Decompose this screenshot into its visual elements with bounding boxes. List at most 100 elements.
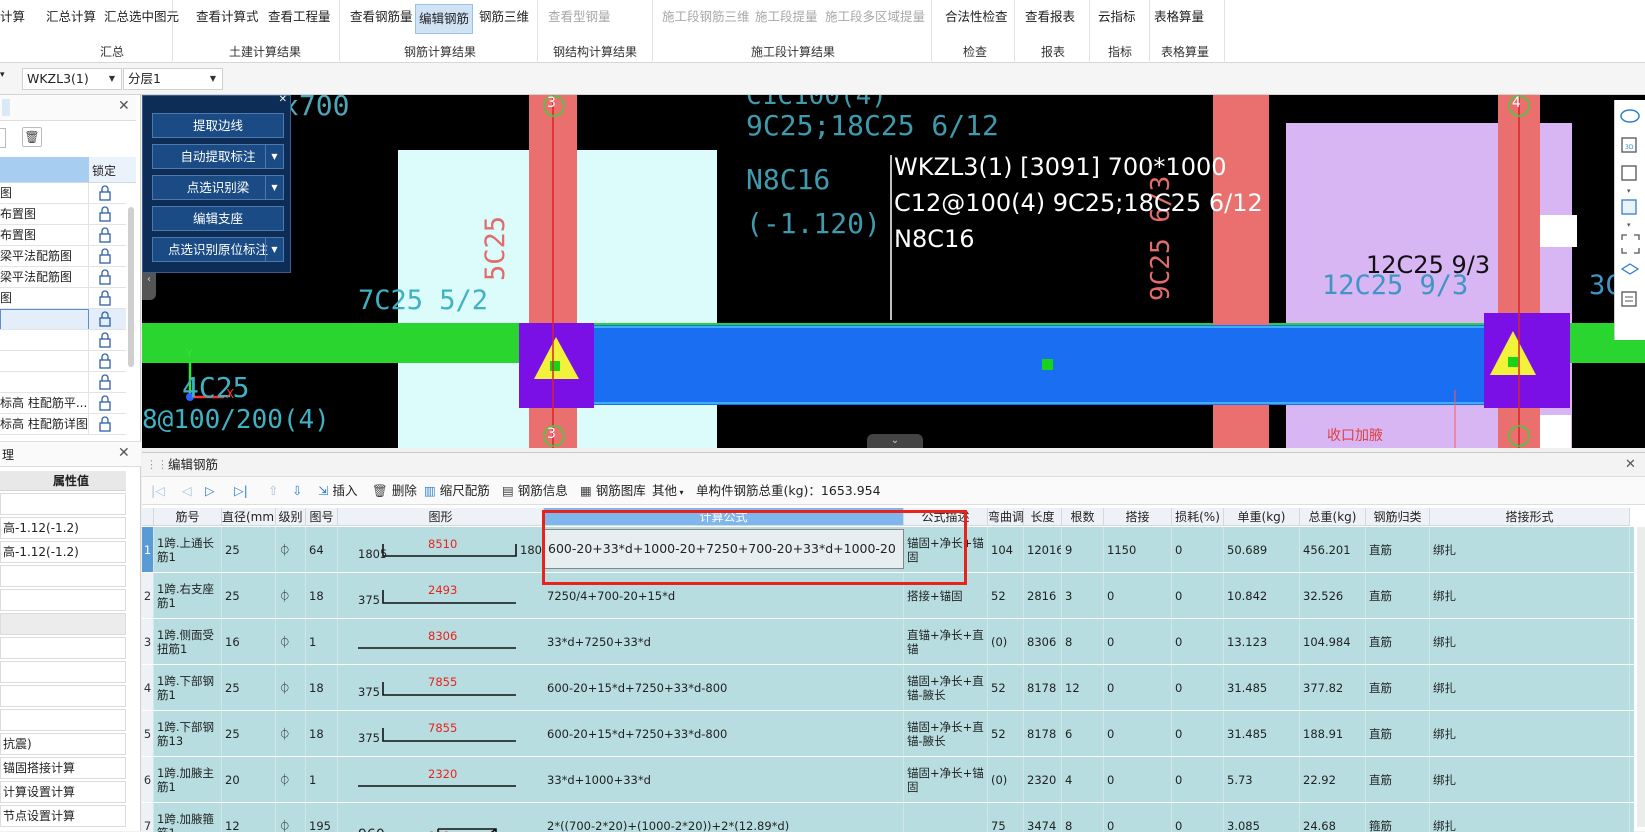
cell-cat[interactable]: 箍筋 — [1366, 803, 1430, 832]
rebar-shape[interactable]: 2320 — [338, 757, 544, 802]
table-row[interactable]: 2 1跨.右支座筋1 25 ⏀ 18 375 2493 7250/4+700-20+15*d 搭… — [142, 573, 1634, 619]
move-down-icon[interactable]: ⇩ — [292, 477, 302, 505]
cell-loss[interactable]: 0 — [1172, 665, 1224, 710]
cell-length[interactable]: 3474 — [1024, 803, 1062, 832]
drawing-list-row[interactable]: 布置图 — [0, 225, 126, 246]
cell-dia[interactable]: 25 — [222, 711, 276, 756]
lock-icon[interactable] — [96, 373, 114, 391]
cell-loss[interactable]: 0 — [1172, 757, 1224, 802]
cell-cat[interactable]: 直筋 — [1366, 619, 1430, 664]
move-up-icon[interactable]: ⇧ — [268, 477, 278, 505]
close-icon[interactable]: ✕ — [118, 445, 130, 461]
cell-bend[interactable]: 52 — [988, 711, 1024, 756]
cell-lap[interactable]: 0 — [1104, 619, 1172, 664]
cell-length[interactable]: 2816 — [1024, 573, 1062, 618]
drawing-list-row[interactable]: 梁平法配筋图 — [0, 246, 126, 267]
cell-lap-type[interactable]: 绑扎 — [1430, 757, 1630, 802]
chevron-down-icon[interactable]: ⌄ — [867, 434, 923, 448]
cell-lap-type[interactable]: 绑扎 — [1430, 711, 1630, 756]
rebar-shape[interactable]: 375 7855 — [338, 711, 544, 756]
drawing-list-row[interactable]: 图 — [0, 288, 126, 309]
cell-dia[interactable]: 25 — [222, 665, 276, 710]
delete-icon[interactable]: 🗑 — [22, 127, 42, 147]
cell-bend[interactable]: 52 — [988, 665, 1024, 710]
cell-loss[interactable]: 0 — [1172, 573, 1224, 618]
chevron-down-icon[interactable]: ▼ — [265, 176, 283, 199]
calculate-button[interactable]: 计算 — [0, 6, 25, 28]
column-header[interactable]: 搭接形式 — [1430, 508, 1630, 526]
cell-fig[interactable]: 18 — [306, 665, 338, 710]
cell-cat[interactable]: 直筋 — [1366, 757, 1430, 802]
cell-unit-w[interactable]: 13.123 — [1224, 619, 1300, 664]
lock-icon[interactable] — [96, 331, 114, 349]
edit-support-button[interactable]: 编辑支座 — [152, 206, 284, 231]
cell-total-w[interactable]: 377.82 — [1300, 665, 1366, 710]
column-header[interactable]: 弯曲调整 — [988, 508, 1024, 526]
property-row[interactable] — [0, 613, 126, 635]
beam-grip[interactable] — [1042, 359, 1053, 370]
cell-total-w[interactable]: 22.92 — [1300, 757, 1366, 802]
chevron-down-icon[interactable]: ▼ — [265, 145, 283, 168]
rebar-library-button[interactable]: ▦ 钢筋图库 — [580, 477, 646, 505]
cell-grade[interactable]: ⏀ — [276, 711, 306, 756]
cell-bend[interactable]: 52 — [988, 573, 1024, 618]
cell-fig[interactable]: 64 — [306, 527, 338, 572]
scale-rebar-button[interactable]: ▥ 缩尺配筋 — [424, 477, 490, 505]
cell-lap-type[interactable]: 绑扎 — [1430, 527, 1630, 572]
cell-loss[interactable]: 0 — [1172, 711, 1224, 756]
cell-lap-type[interactable]: 绑扎 — [1430, 803, 1630, 832]
cell-bend[interactable]: (0) — [988, 619, 1024, 664]
drawing-list-row[interactable]: 布置图 — [0, 204, 126, 225]
rebar-info-button[interactable]: ▤ 钢筋信息 — [502, 477, 568, 505]
cell-unit-w[interactable]: 31.485 — [1224, 665, 1300, 710]
cell-dia[interactable]: 12 — [222, 803, 276, 832]
extract-edge-button[interactable]: 提取边线 — [152, 113, 284, 138]
cell-desc[interactable]: 锚固+净长+直锚-腋长 — [904, 665, 988, 710]
property-row[interactable] — [0, 493, 126, 515]
property-row[interactable] — [0, 661, 126, 683]
cell-cat[interactable]: 直筋 — [1366, 527, 1430, 572]
name-column-header[interactable] — [0, 157, 89, 182]
cell-lap[interactable]: 0 — [1104, 665, 1172, 710]
cell-desc[interactable]: 搭接+锚固 — [904, 573, 988, 618]
column-header[interactable]: 公式描述 — [904, 508, 988, 526]
cell-formula[interactable]: 33*d+1000+33*d — [544, 757, 904, 802]
lock-icon[interactable] — [96, 184, 114, 202]
property-row[interactable]: 高-1.12(-1.2) — [0, 541, 126, 563]
drawing-list-row[interactable]: 标高 柱配筋平... — [0, 393, 126, 414]
scrollbar[interactable] — [128, 207, 134, 367]
cell-dia[interactable]: 16 — [222, 619, 276, 664]
stage-rebar-3d-button[interactable]: 施工段钢筋三维 — [662, 6, 750, 28]
view-3d-icon[interactable]: 3D — [1621, 137, 1637, 153]
cell-total-w[interactable]: 104.984 — [1300, 619, 1366, 664]
drawing-list-row[interactable] — [0, 372, 126, 393]
last-record-icon[interactable]: ▷| — [234, 477, 248, 505]
drawing-list-row[interactable] — [0, 309, 126, 330]
column-header[interactable]: 图形 — [338, 508, 544, 526]
cell-lap[interactable]: 0 — [1104, 803, 1172, 832]
property-row[interactable]: 抗震) — [0, 733, 126, 755]
rebar-3d-button[interactable]: 钢筋三维 — [479, 6, 529, 28]
summary-selected-button[interactable]: 汇总选中图元 — [104, 6, 179, 28]
cell-count[interactable]: 6 — [1062, 711, 1104, 756]
cell-unit-w[interactable]: 5.73 — [1224, 757, 1300, 802]
table-row[interactable]: 1 1跨.上通长筋1 25 ⏀ 64 1805 8510 1805 600-20+33*d+10… — [142, 527, 1634, 573]
cell-name[interactable]: 1跨.侧面受扭筋1 — [154, 619, 222, 664]
cell-loss[interactable]: 0 — [1172, 619, 1224, 664]
chevron-down-icon[interactable]: ▼ — [265, 238, 283, 261]
prev-record-icon[interactable]: ◁ — [182, 477, 192, 505]
column-header[interactable]: 图号 — [306, 508, 338, 526]
column-header[interactable]: 单重(kg) — [1224, 508, 1300, 526]
delete-button[interactable]: 🗑 删除 — [372, 477, 417, 505]
edit-rebar-button[interactable]: 编辑钢筋 — [415, 4, 474, 34]
rebar-shape[interactable]: 1805 8510 1805 — [338, 527, 549, 572]
stage-quantity-button[interactable]: 施工段提量 — [755, 6, 818, 28]
cell-formula[interactable]: 600-20+33*d+1000-20+7250+700-20+33*d+100… — [544, 529, 904, 569]
layer-select[interactable]: 分层1 ▼ — [123, 68, 223, 90]
fullscreen-icon[interactable] — [1621, 234, 1640, 254]
cell-dia[interactable]: 20 — [222, 757, 276, 802]
rebar-shape[interactable]: 960900 — [338, 803, 544, 832]
rebar-shape[interactable]: 8306 — [338, 619, 544, 664]
cloud-index-button[interactable]: 云指标 — [1098, 6, 1136, 28]
cell-fig[interactable]: 1 — [306, 619, 338, 664]
